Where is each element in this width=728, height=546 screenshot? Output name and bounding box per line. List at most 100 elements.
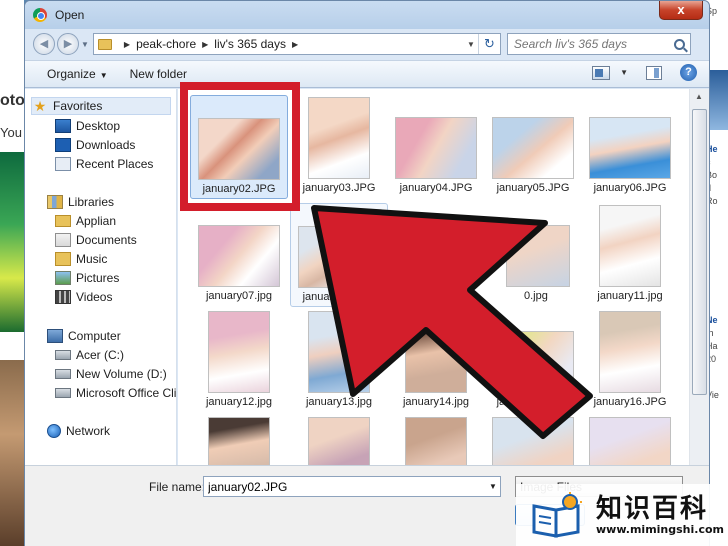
navigation-pane: ★ Favorites Desktop Downloads Recent Pla… <box>25 89 177 465</box>
file-item[interactable]: january13.jpg <box>290 311 388 408</box>
thumbnail-image <box>492 331 574 393</box>
file-item[interactable] <box>387 417 485 465</box>
nav-label: Pictures <box>76 271 120 285</box>
drive-icon <box>55 369 71 379</box>
file-name: january12.jpg <box>205 396 273 408</box>
file-item[interactable]: january05.JPG <box>484 95 582 194</box>
nav-computer[interactable]: Computer <box>47 327 121 345</box>
nav-label: Microsoft Office Clic <box>76 386 177 400</box>
nav-drive-office[interactable]: Microsoft Office Clic <box>55 384 177 402</box>
forward-button[interactable]: ▶ <box>57 33 79 55</box>
file-item[interactable]: january03.JPG <box>290 95 388 194</box>
nav-pictures[interactable]: Pictures <box>55 269 119 287</box>
new-folder-button[interactable]: New folder <box>130 67 187 81</box>
file-item[interactable]: january07.jpg <box>190 203 288 302</box>
thumbnail-image <box>492 417 574 465</box>
thumbnail-image <box>308 311 370 393</box>
title-bar: Open <box>25 1 709 29</box>
nav-documents[interactable]: Documents <box>55 231 137 249</box>
nav-label: Network <box>66 424 111 438</box>
search-icon[interactable] <box>673 38 685 50</box>
chevron-right-icon[interactable]: ▶ <box>202 40 208 49</box>
nav-desktop[interactable]: Desktop <box>55 117 120 135</box>
file-item[interactable]: january14.jpg <box>387 311 485 408</box>
file-name-input[interactable] <box>208 479 478 494</box>
file-item[interactable]: january11.jpg <box>581 203 679 302</box>
nav-downloads[interactable]: Downloads <box>55 136 135 154</box>
breadcrumb-item[interactable]: peak-chore <box>136 37 196 51</box>
file-item[interactable] <box>190 417 288 465</box>
file-item[interactable]: january04.JPG <box>387 95 485 194</box>
nav-label: Documents <box>76 233 137 247</box>
file-item[interactable]: january16.JPG <box>581 311 679 408</box>
watermark: 知识百科 www.mimingshi.com <box>516 484 728 546</box>
nav-label: New Volume (D:) <box>76 367 167 381</box>
nav-label: Favorites <box>53 99 103 113</box>
file-item[interactable] <box>484 417 582 465</box>
thumbnail-image <box>308 417 370 465</box>
thumbnail-image <box>298 226 380 288</box>
file-name: january15.JPG <box>496 396 570 408</box>
book-lightbulb-logo <box>532 492 582 538</box>
file-item[interactable]: 0.jpg <box>484 203 582 302</box>
recent-locations-dropdown[interactable]: ▼ <box>81 40 89 49</box>
nav-videos[interactable]: Videos <box>55 288 112 306</box>
file-item[interactable]: january08.JPG <box>290 203 388 307</box>
file-name: january04.JPG <box>399 182 473 194</box>
organize-menu[interactable]: Organize ▼ <box>47 67 108 81</box>
file-item[interactable] <box>290 417 388 465</box>
background-image <box>0 360 24 546</box>
nav-label: Recent Places <box>76 157 154 171</box>
nav-label: Desktop <box>76 119 121 133</box>
nav-libraries[interactable]: Libraries <box>47 193 114 211</box>
back-button[interactable]: ◀ <box>33 33 55 55</box>
thumbnail-image <box>198 118 280 180</box>
thumbnail-image <box>198 225 280 287</box>
background-image <box>0 152 24 332</box>
file-name: january02.JPG <box>202 183 276 195</box>
thumbnail-image <box>599 311 661 393</box>
thumbnail-image <box>599 205 661 287</box>
file-name: january07.jpg <box>205 290 273 302</box>
file-item[interactable] <box>581 417 679 465</box>
file-item[interactable]: january12.jpg <box>190 311 288 408</box>
refresh-button[interactable]: ↻ <box>477 34 500 54</box>
breadcrumb-item[interactable]: liv's 365 days <box>214 37 286 51</box>
nav-music[interactable]: Music <box>55 250 107 268</box>
help-icon[interactable]: ? <box>680 64 697 81</box>
nav-drive-d[interactable]: New Volume (D:) <box>55 365 167 383</box>
scroll-up-icon[interactable]: ▲ <box>690 89 708 105</box>
nav-favorites[interactable]: ★ Favorites <box>31 97 171 115</box>
address-bar[interactable]: ▶ peak-chore ▶ liv's 365 days ▶ ▼ ↻ <box>92 33 501 55</box>
file-item[interactable]: january06.JPG <box>581 95 679 194</box>
file-item[interactable]: january02.JPG <box>190 95 288 199</box>
pictures-icon <box>55 271 71 285</box>
file-name-combobox[interactable]: ▼ <box>203 476 501 497</box>
address-dropdown[interactable]: ▼ <box>464 40 478 49</box>
view-options-dropdown[interactable]: ▼ <box>620 68 628 77</box>
search-box[interactable] <box>506 33 691 55</box>
file-name: january06.JPG <box>593 182 667 194</box>
nav-applian[interactable]: Applian <box>55 212 116 230</box>
thumbnail-image <box>405 311 467 393</box>
file-name: january03.JPG <box>302 182 376 194</box>
downloads-icon <box>55 138 71 152</box>
nav-recent-places[interactable]: Recent Places <box>55 155 153 173</box>
vertical-scrollbar[interactable]: ▲ <box>689 89 709 465</box>
file-name: january11.jpg <box>597 290 663 302</box>
search-input[interactable] <box>513 37 664 51</box>
chevron-down-icon[interactable]: ▼ <box>486 482 500 491</box>
dialog-title: Open <box>55 8 85 22</box>
nav-drive-c[interactable]: Acer (C:) <box>55 346 124 364</box>
thumbnail-image <box>589 117 671 179</box>
change-view-icon[interactable] <box>592 65 611 80</box>
preview-pane-icon[interactable] <box>646 65 662 80</box>
drive-icon <box>55 388 71 398</box>
close-button[interactable]: x <box>659 1 703 20</box>
chevron-right-icon[interactable]: ▶ <box>124 40 130 49</box>
thumbnail-image <box>395 117 477 179</box>
chevron-right-icon[interactable]: ▶ <box>292 40 298 49</box>
nav-network[interactable]: Network <box>47 422 110 440</box>
scrollbar-thumb[interactable] <box>692 109 707 395</box>
file-item[interactable]: january15.JPG <box>484 311 582 408</box>
